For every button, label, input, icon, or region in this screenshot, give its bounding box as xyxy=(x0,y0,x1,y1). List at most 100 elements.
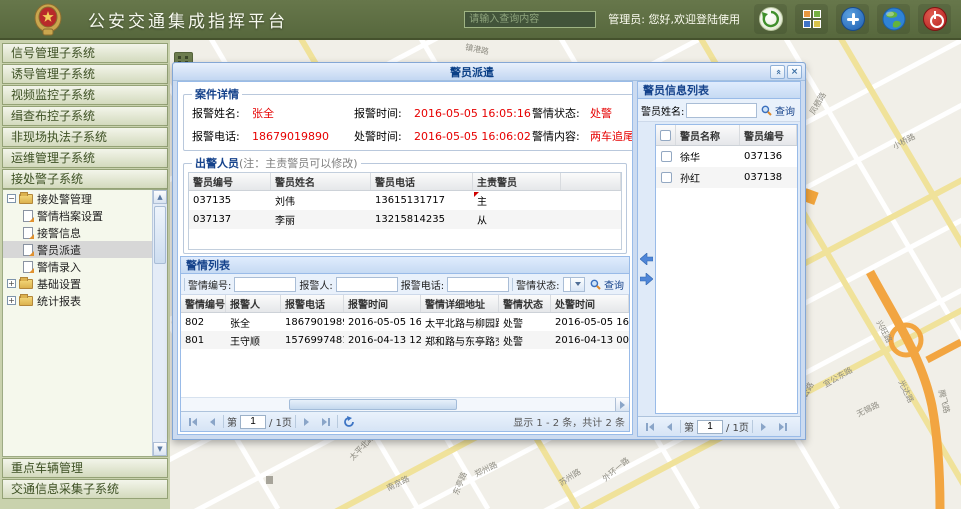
window-titlebar[interactable]: 警员派遣 « × xyxy=(173,63,805,81)
alarm-row[interactable]: 802 张全 18679019890 2016-05-05 16:... 太平北… xyxy=(181,313,629,331)
page-count: / 1页 xyxy=(726,419,749,434)
scrollbar-thumb[interactable] xyxy=(154,206,166,264)
globe-icon[interactable] xyxy=(877,4,910,34)
close-window-icon[interactable]: × xyxy=(787,65,802,79)
sidebar-item-key-vehicles[interactable]: 重点车辆管理 xyxy=(2,458,168,478)
power-icon[interactable] xyxy=(918,4,951,34)
tree-node-statistics[interactable]: + 统计报表 xyxy=(3,292,167,309)
expand-icon[interactable]: + xyxy=(7,296,16,305)
column-header-sorted[interactable]: 警情编号 xyxy=(181,295,226,312)
collapse-icon[interactable]: − xyxy=(7,194,16,203)
column-header[interactable]: 主责警员 xyxy=(473,173,561,190)
expand-icon[interactable]: + xyxy=(7,279,16,288)
officer-role-cell[interactable]: 从 xyxy=(473,210,561,229)
field-value: 处警 xyxy=(590,105,633,121)
dispatch-left-panel: 案件详情 报警姓名: 张全 报警时间: 2016-05-05 16:05:16 … xyxy=(177,81,633,435)
folder-icon xyxy=(19,279,33,289)
officers-grid-header: 警员编号 警员姓名 警员电话 主责警员 xyxy=(189,173,621,191)
field-value: 两车追尾 xyxy=(590,128,633,144)
alarm-status-select[interactable] xyxy=(563,277,586,292)
alarm-horizontal-scrollbar[interactable] xyxy=(181,397,629,411)
next-page-icon[interactable] xyxy=(299,414,315,430)
alarm-grid-header: 警情编号 报警人 报警电话 报警时间 警情详细地址 警情状态 处警时间 xyxy=(181,295,629,313)
column-header[interactable]: 警员姓名 xyxy=(271,173,371,190)
first-page-icon[interactable] xyxy=(642,419,658,435)
officer-list-row[interactable]: 徐华 037136 xyxy=(656,146,797,167)
tree-node-officer-dispatch[interactable]: 警员派遣 xyxy=(3,241,167,258)
sidebar-item-offsite[interactable]: 非现场执法子系统 xyxy=(2,127,168,147)
officer-phone-cell: 13615131717 xyxy=(371,191,473,210)
tree-node-alarm-info[interactable]: 接警信息 xyxy=(3,224,167,241)
officer-search-button[interactable]: 查询 xyxy=(759,103,797,118)
scroll-up-icon[interactable]: ▲ xyxy=(153,190,167,204)
officer-row[interactable]: 037137 李丽 13215814235 从 xyxy=(189,210,621,229)
dropdown-icon[interactable] xyxy=(570,278,584,291)
officers-fieldset: 出警人员(注：主责警员可以修改) 警员编号 警员姓名 警员电话 主责警员 037… xyxy=(183,155,627,254)
sidebar-item-traffic-collection[interactable]: 交通信息采集子系统 xyxy=(2,479,168,499)
refresh-icon[interactable] xyxy=(341,414,357,430)
collapse-window-icon[interactable]: « xyxy=(770,65,785,79)
page-number-input[interactable] xyxy=(240,415,266,429)
sidebar-item-signal[interactable]: 信号管理子系统 xyxy=(2,43,168,63)
page-icon xyxy=(23,210,33,222)
page-number-input[interactable] xyxy=(697,420,723,434)
alarm-id-input[interactable] xyxy=(234,277,296,292)
apps-grid-icon[interactable] xyxy=(795,4,828,34)
row-checkbox[interactable] xyxy=(661,151,672,162)
header-right: 管理员: 您好,欢迎登陆使用 xyxy=(464,4,961,34)
officer-role-cell[interactable]: 主 xyxy=(473,191,561,210)
officer-info-panel: 警员信息列表 警员姓名: 查询 xyxy=(637,81,801,437)
last-page-icon[interactable] xyxy=(318,414,334,430)
tree-node-archive-settings[interactable]: 警情档案设置 xyxy=(3,207,167,224)
add-icon[interactable] xyxy=(836,4,869,34)
prev-page-icon[interactable] xyxy=(204,414,220,430)
column-header[interactable]: 处警时间 xyxy=(551,295,629,312)
scrollbar-thumb[interactable] xyxy=(289,399,457,410)
column-header[interactable]: 报警电话 xyxy=(281,295,344,312)
column-header[interactable]: 警情状态 xyxy=(499,295,551,312)
recycle-icon[interactable] xyxy=(754,4,787,34)
page-icon xyxy=(23,261,33,273)
prev-page-icon[interactable] xyxy=(661,419,677,435)
scroll-down-icon[interactable]: ▼ xyxy=(153,442,167,456)
filter-label: 警情状态: xyxy=(516,277,559,292)
global-search-input[interactable] xyxy=(464,11,596,28)
column-header[interactable]: 警员电话 xyxy=(371,173,473,190)
tree-node-dispatch-mgmt[interactable]: − 接处警管理 xyxy=(3,190,167,207)
tree-node-basic-settings[interactable]: + 基础设置 xyxy=(3,275,167,292)
sidebar-item-ops[interactable]: 运维管理子系统 xyxy=(2,148,168,168)
sidebar-item-dispatch-system[interactable]: 接处警子系统 xyxy=(2,169,168,189)
sidebar-item-video[interactable]: 视频监控子系统 xyxy=(2,85,168,105)
field-label: 报警姓名: xyxy=(192,105,252,121)
sidebar-item-guidance[interactable]: 诱导管理子系统 xyxy=(2,64,168,84)
move-right-icon[interactable] xyxy=(640,273,653,285)
next-page-icon[interactable] xyxy=(756,419,772,435)
column-header[interactable]: 警情详细地址 xyxy=(421,295,499,312)
case-details-fieldset: 案件详情 报警姓名: 张全 报警时间: 2016-05-05 16:05:16 … xyxy=(183,86,633,151)
first-page-icon[interactable] xyxy=(185,414,201,430)
officer-list-row[interactable]: 孙红 037138 xyxy=(656,167,797,188)
tree-node-alarm-entry[interactable]: 警情录入 xyxy=(3,258,167,275)
column-header[interactable]: 警员名称 xyxy=(676,125,740,145)
reporter-input[interactable] xyxy=(336,277,398,292)
column-header[interactable]: 报警人 xyxy=(226,295,281,312)
officer-row[interactable]: 037135 刘伟 13615131717 主 xyxy=(189,191,621,210)
scroll-right-icon[interactable] xyxy=(615,398,629,411)
column-header[interactable]: 警员编号 xyxy=(189,173,271,190)
tree-node-label: 统计报表 xyxy=(37,293,81,309)
officer-name-input[interactable] xyxy=(686,103,757,118)
phone-input[interactable] xyxy=(447,277,509,292)
column-header[interactable]: 报警时间 xyxy=(344,295,421,312)
row-checkbox[interactable] xyxy=(661,172,672,183)
officer-grid-header: 警员名称 警员编号 xyxy=(656,125,797,146)
tree-scrollbar[interactable]: ▲ ▼ xyxy=(152,190,167,456)
last-page-icon[interactable] xyxy=(775,419,791,435)
alarm-search-button[interactable]: 查询 xyxy=(588,277,626,292)
tree-node-label: 警情档案设置 xyxy=(37,208,103,224)
field-value: 张全 xyxy=(252,105,354,121)
column-header[interactable]: 警员编号 xyxy=(740,125,797,145)
sidebar-item-checkcontrol[interactable]: 缉查布控子系统 xyxy=(2,106,168,126)
alarm-row[interactable]: 801 王守顺 15769974813 2016-04-13 12:... 郑和… xyxy=(181,331,629,349)
move-left-icon[interactable] xyxy=(640,253,653,265)
select-all-checkbox[interactable] xyxy=(660,130,671,141)
